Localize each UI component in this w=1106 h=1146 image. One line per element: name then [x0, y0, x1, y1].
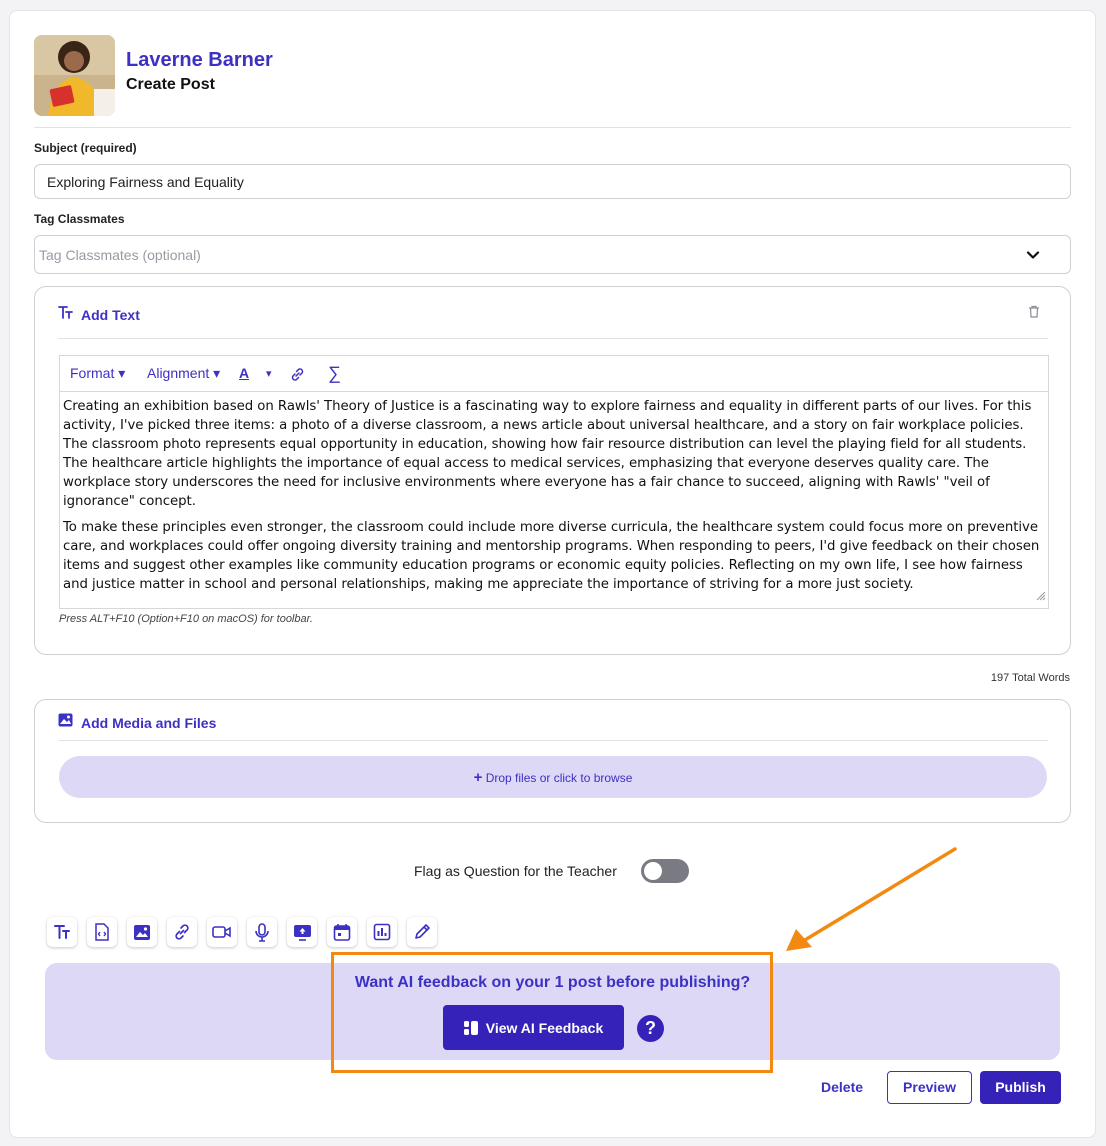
chevron-down-icon[interactable] — [1026, 248, 1040, 262]
tag-classmates-select[interactable]: Tag Classmates (optional) — [34, 235, 1071, 274]
text-icon — [54, 925, 70, 939]
flag-question-toggle[interactable] — [641, 859, 689, 883]
text-icon — [58, 305, 73, 325]
tag-classmates-placeholder: Tag Classmates (optional) — [39, 247, 201, 263]
trash-icon[interactable] — [1028, 305, 1040, 323]
create-post-card: Laverne Barner Create Post Subject (requ… — [9, 10, 1096, 1138]
link-icon — [175, 924, 189, 940]
format-dropdown[interactable]: Format ▾ — [70, 365, 125, 382]
publish-button[interactable]: Publish — [980, 1071, 1061, 1104]
insert-screen-recording-button[interactable] — [287, 917, 317, 947]
toolbar-hint: Press ALT+F10 (Option+F10 on macOS) for … — [59, 613, 313, 625]
toggle-knob — [644, 862, 662, 880]
dropzone-text: Drop files or click to browse — [485, 771, 633, 785]
add-media-header: Add Media and Files — [58, 713, 216, 732]
add-text-header: Add Text — [58, 305, 140, 325]
rich-text-editor[interactable]: Format ▾ Alignment ▾ A ▾ ∑ Creating an e… — [59, 355, 1049, 609]
poll-chart-icon — [373, 923, 391, 941]
insert-text-button[interactable] — [47, 917, 77, 947]
add-text-panel: Add Text Format ▾ Alignment ▾ A ▾ ∑ Crea… — [34, 286, 1071, 655]
file-dropzone[interactable]: + Drop files or click to browse — [59, 756, 1047, 798]
preview-button[interactable]: Preview — [887, 1071, 972, 1104]
annotation-arrow-icon — [786, 847, 957, 951]
font-color-button[interactable]: A — [239, 365, 249, 381]
delete-button[interactable]: Delete — [821, 1079, 863, 1095]
avatar — [34, 35, 115, 116]
annotation-highlight-box — [331, 952, 773, 1073]
insert-audio-button[interactable] — [247, 917, 277, 947]
insert-event-button[interactable] — [327, 917, 357, 947]
microphone-icon — [255, 922, 269, 942]
alignment-label: Alignment — [147, 365, 210, 381]
editor-content[interactable]: Creating an exhibition based on Rawls' T… — [63, 397, 1045, 601]
tag-classmates-label: Tag Classmates — [34, 212, 125, 226]
dropzone-label: + Drop files or click to browse — [59, 769, 1047, 786]
calendar-icon — [333, 924, 351, 941]
image-icon — [58, 713, 73, 732]
insert-code-file-button[interactable] — [87, 917, 117, 947]
subject-input[interactable] — [34, 164, 1071, 199]
screen-share-icon — [293, 924, 311, 941]
editor-paragraph: To make these principles even stronger, … — [63, 520, 1040, 592]
image-icon — [134, 924, 150, 940]
plus-icon: + — [473, 769, 483, 786]
flag-question-label: Flag as Question for the Teacher — [414, 863, 617, 879]
add-text-title: Add Text — [81, 307, 140, 323]
insert-link-button[interactable] — [167, 917, 197, 947]
editor-toolbar: Format ▾ Alignment ▾ A ▾ ∑ — [60, 356, 1048, 392]
resize-handle-icon[interactable] — [1036, 588, 1046, 606]
page-title: Create Post — [126, 76, 215, 93]
word-count: 197 Total Words — [990, 672, 1070, 684]
insert-poll-button[interactable] — [367, 917, 397, 947]
user-name: Laverne Barner — [126, 49, 273, 71]
pencil-icon — [415, 924, 430, 939]
format-label: Format — [70, 365, 115, 381]
link-icon[interactable] — [289, 366, 306, 386]
code-file-icon — [95, 923, 109, 941]
panel-divider — [58, 338, 1048, 339]
alignment-dropdown[interactable]: Alignment ▾ — [147, 365, 220, 382]
formula-button[interactable]: ∑ — [328, 363, 341, 384]
insert-image-button[interactable] — [127, 917, 157, 947]
add-media-title: Add Media and Files — [81, 714, 217, 731]
subject-label: Subject (required) — [34, 141, 137, 155]
insert-drawing-button[interactable] — [407, 917, 437, 947]
video-icon — [212, 926, 231, 938]
header-divider — [34, 127, 1071, 128]
media-divider — [58, 740, 1048, 741]
font-color-dropdown-icon[interactable]: ▾ — [266, 367, 272, 380]
insert-video-button[interactable] — [207, 917, 237, 947]
add-media-panel: Add Media and Files + Drop files or clic… — [34, 699, 1071, 823]
editor-paragraph: Creating an exhibition based on Rawls' T… — [63, 399, 1032, 509]
